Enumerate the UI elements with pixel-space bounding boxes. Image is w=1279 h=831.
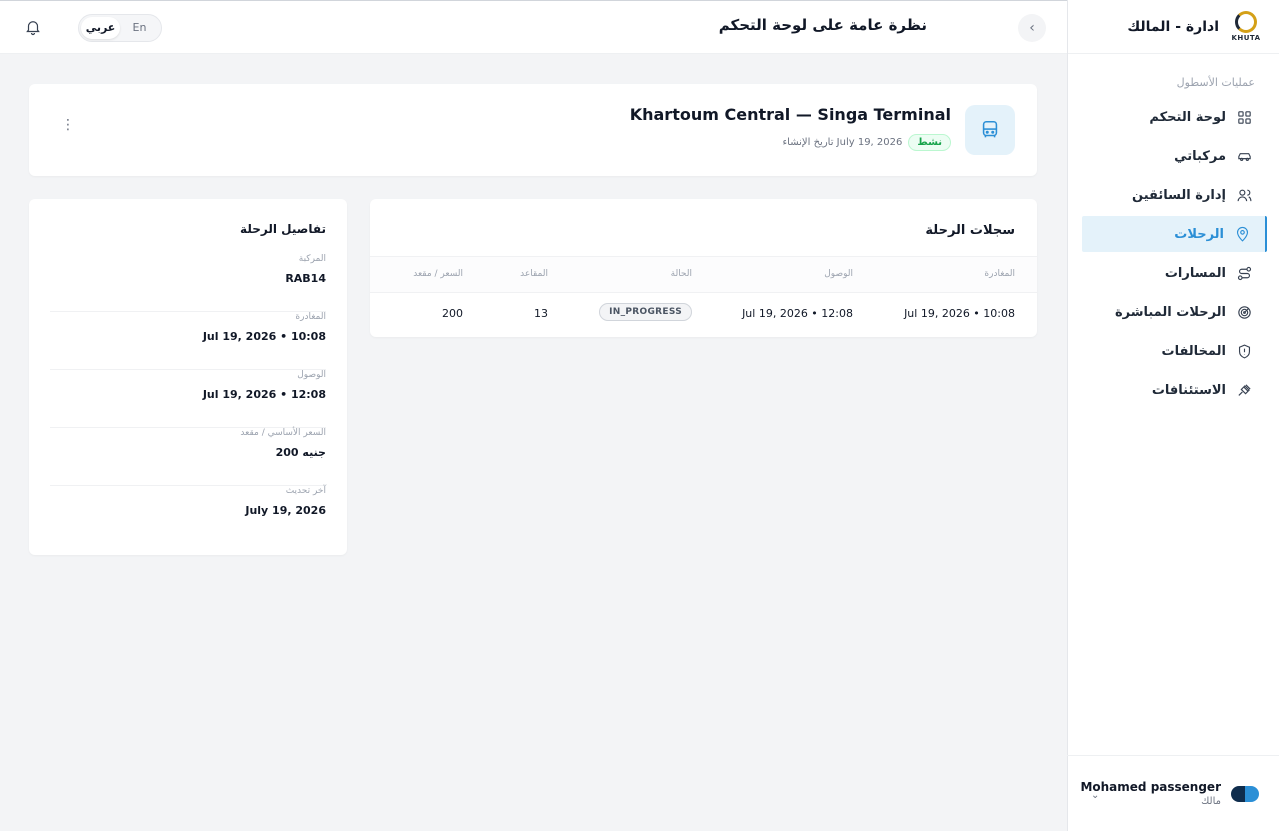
column-header-status: الحالة (670, 269, 692, 279)
detail-vehicle: المركبة RAB14 (50, 254, 326, 312)
sidebar-item-appeals[interactable]: الاستئنافات (1082, 372, 1267, 408)
lang-option-english[interactable]: En (120, 17, 159, 39)
sidebar-item-routes[interactable]: المسارات (1082, 255, 1267, 291)
sidebar-nav: لوحة التحكم مركباتي إدارة السائقين الرحل… (1068, 99, 1279, 408)
cell-arrival: Jul 19, 2026 • 12:08 (742, 307, 853, 320)
detail-value: 200 جنيه (275, 446, 326, 459)
cell-price: 200 (442, 307, 463, 320)
sidebar-item-drivers[interactable]: إدارة السائقين (1082, 177, 1267, 213)
notifications-bell-icon[interactable] (24, 18, 44, 38)
user-name: Mohamed passenger (1080, 780, 1221, 794)
trip-header-card: ⋮ Khartoum Central — Singa Terminal تاري… (29, 84, 1037, 176)
column-header-departure: المغادرة (984, 269, 1015, 279)
details-title: تفاصيل الرحلة (240, 222, 326, 236)
sidebar-item-label: الاستئنافات (1151, 382, 1226, 398)
sidebar-item-live-trips[interactable]: الرحلات المباشرة (1082, 294, 1267, 330)
shield-alert-icon (1238, 344, 1251, 358)
chevron-down-icon[interactable]: ⌄ (1091, 790, 1099, 801)
dashboard-icon (1238, 110, 1251, 124)
users-icon (1237, 189, 1252, 201)
bus-icon-tile (965, 105, 1015, 155)
detail-label: آخر تحديث (285, 486, 326, 496)
sidebar-item-label: إدارة السائقين (1132, 187, 1226, 203)
detail-value: Jul 19, 2026 • 12:08 (202, 388, 326, 401)
table-row[interactable]: Jul 19, 2026 • 10:08 Jul 19, 2026 • 12:0… (370, 293, 1037, 337)
avatar (1231, 785, 1259, 802)
detail-label: المغادرة (295, 312, 326, 322)
top-bar: عربي En نظرة عامة على لوحة التحكم ‹ (0, 0, 1067, 54)
route-icon (1237, 266, 1252, 280)
trip-meta: تاريخ الإنشاء July 19, 2026 نشط (782, 134, 951, 151)
created-date: تاريخ الإنشاء July 19, 2026 (782, 137, 903, 148)
column-header-price: السعر / مقعد (413, 269, 463, 279)
cell-status: IN_PROGRESS (599, 303, 692, 321)
sidebar-item-label: الرحلات المباشرة (1114, 304, 1226, 320)
brand-title: ادارة - المالك (1127, 18, 1219, 35)
sidebar-item-trips[interactable]: الرحلات (1082, 216, 1267, 252)
language-toggle[interactable]: عربي En (78, 14, 162, 42)
sidebar-item-vehicles[interactable]: مركباتي (1082, 138, 1267, 174)
detail-value: July 19, 2026 (245, 504, 326, 517)
trip-title: Khartoum Central — Singa Terminal (629, 105, 951, 124)
sidebar-section-label: عمليات الأسطول (1176, 76, 1255, 89)
user-profile[interactable]: ⌄ Mohamed passenger مالك (1067, 755, 1279, 831)
status-badge: نشط (908, 134, 951, 151)
table-header: المغادرة الوصول الحالة المقاعد السعر / م… (370, 256, 1037, 293)
detail-label: الوصول (297, 370, 326, 380)
detail-value: Jul 19, 2026 • 10:08 (202, 330, 326, 343)
cell-departure: Jul 19, 2026 • 10:08 (904, 307, 1015, 320)
back-chevron-icon[interactable]: ‹ (1018, 14, 1046, 42)
logo-text: KHUTA (1231, 34, 1261, 42)
page-title: نظرة عامة على لوحة التحكم (718, 16, 927, 34)
detail-base-price: السعر الأساسي / مقعد 200 جنيه (50, 428, 326, 486)
cell-seats: 13 (534, 307, 548, 320)
lang-option-arabic[interactable]: عربي (81, 17, 120, 39)
detail-departure: المغادرة Jul 19, 2026 • 10:08 (50, 312, 326, 370)
detail-last-updated: آخر تحديث July 19, 2026 (50, 486, 326, 544)
sidebar-item-dashboard[interactable]: لوحة التحكم (1082, 99, 1267, 135)
trip-details-card: تفاصيل الرحلة المركبة RAB14 المغادرة Jul… (29, 199, 347, 555)
radar-icon (1238, 305, 1251, 319)
brand-header: ادارة - المالك KHUTA (1068, 0, 1279, 54)
sidebar: ادارة - المالك KHUTA عمليات الأسطول لوحة… (1067, 0, 1279, 831)
user-text: Mohamed passenger مالك (1080, 780, 1221, 807)
sidebar-item-label: مركباتي (1174, 148, 1226, 164)
more-options-icon[interactable]: ⋮ (61, 118, 75, 132)
gavel-icon (1238, 383, 1251, 396)
column-header-arrival: الوصول (824, 269, 853, 279)
user-role: مالك (1201, 796, 1221, 807)
records-title: سجلات الرحلة (925, 223, 1015, 238)
trip-records-card: سجلات الرحلة المغادرة الوصول الحالة المق… (370, 199, 1037, 337)
map-pin-icon (1236, 226, 1249, 242)
column-header-seats: المقاعد (520, 269, 548, 279)
khuta-logo: KHUTA (1229, 10, 1263, 44)
bus-icon (982, 120, 998, 138)
detail-arrival: الوصول Jul 19, 2026 • 12:08 (50, 370, 326, 428)
detail-label: المركبة (298, 254, 326, 264)
sidebar-item-violations[interactable]: المخالفات (1082, 333, 1267, 369)
sidebar-item-label: المسارات (1164, 265, 1226, 281)
detail-value: RAB14 (285, 272, 326, 285)
car-icon (1238, 152, 1251, 161)
detail-label: السعر الأساسي / مقعد (240, 428, 326, 438)
sidebar-item-label: المخالفات (1161, 343, 1227, 359)
logo-mark-icon (1235, 11, 1257, 33)
sidebar-item-label: الرحلات (1174, 226, 1224, 242)
status-pill: IN_PROGRESS (599, 303, 692, 321)
sidebar-item-label: لوحة التحكم (1149, 109, 1226, 125)
